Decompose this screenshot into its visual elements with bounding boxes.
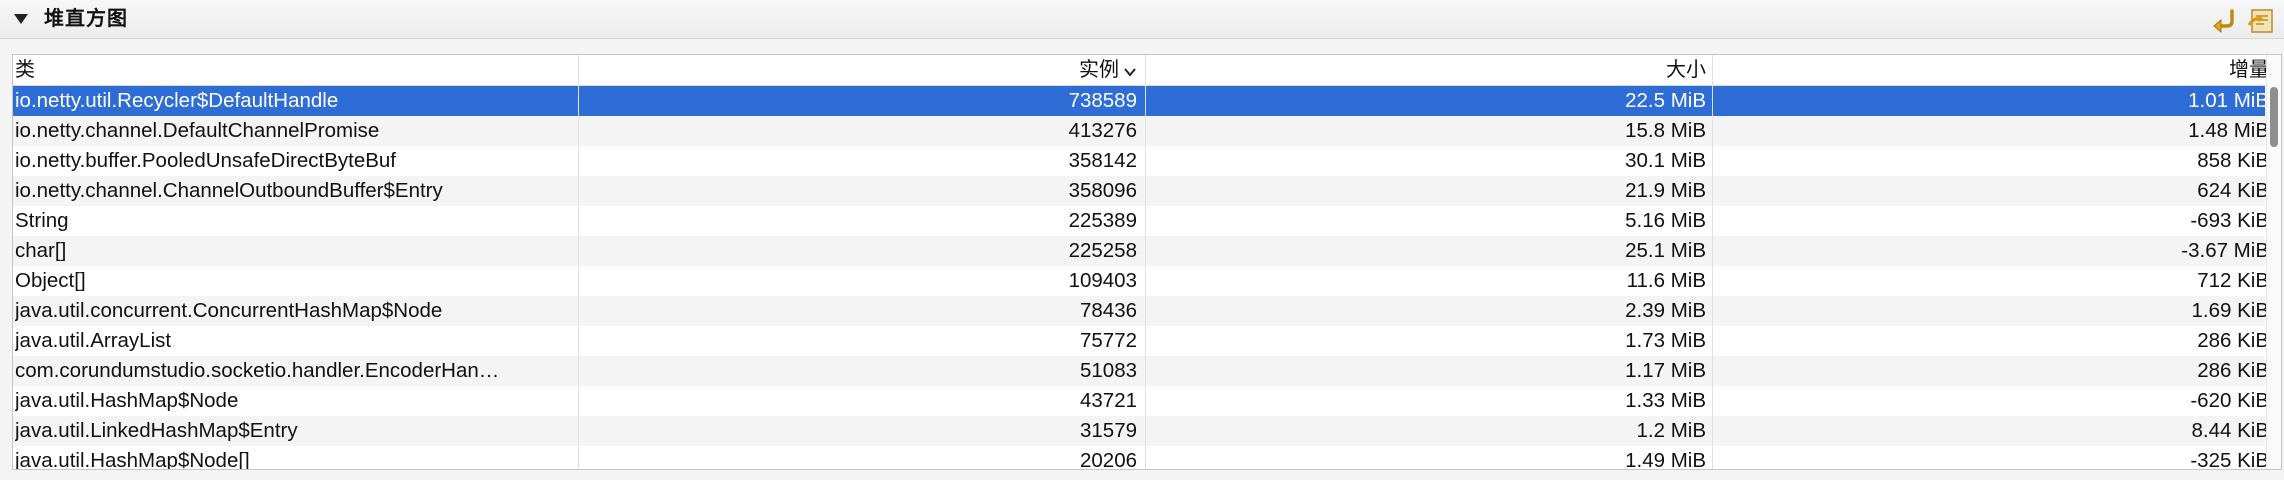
cell-size: 21.9 MiB: [1625, 179, 1706, 202]
cell-instances: 51083: [1079, 359, 1137, 382]
column-header-size-label: 大小: [1666, 59, 1706, 81]
panel-header: 堆直方图: [0, 0, 2284, 39]
cell-size: 22.5 MiB: [1625, 89, 1706, 112]
cell-size: 2.39 MiB: [1625, 299, 1706, 322]
cell-delta: 286 KiB: [2197, 329, 2269, 352]
table-row[interactable]: java.util.ArrayList 75772 1.73 MiB 286 KiB: [13, 326, 2269, 356]
cell-delta: 1.69 KiB: [2191, 299, 2270, 322]
cell-delta: -325 KiB: [2190, 449, 2269, 470]
table-row[interactable]: java.util.HashMap$Node 43721 1.33 MiB -620 …: [13, 386, 2269, 416]
cell-instances: 225389: [1068, 209, 1137, 232]
table-row[interactable]: char[] 225258 25.1 MiB -3.67 MiB: [13, 236, 2269, 266]
sort-descending-icon: [1123, 56, 1137, 86]
cell-size: 25.1 MiB: [1625, 239, 1706, 262]
vertical-scrollbar[interactable]: [2266, 55, 2281, 469]
cell-instances: 31579: [1079, 419, 1137, 442]
cell-class: com.corundumstudio.socketio.handler.Enco…: [15, 359, 500, 382]
cell-delta: -693 KiB: [2190, 209, 2269, 232]
table-row[interactable]: String 225389 5.16 MiB -693 KiB: [13, 206, 2269, 236]
column-gridline: [1712, 55, 1713, 469]
cell-instances: 43721: [1079, 389, 1137, 412]
table-row[interactable]: io.netty.channel.DefaultChannelPromise 41…: [13, 116, 2269, 146]
cell-class: io.netty.buffer.PooledUnsafeDirectByteBu…: [15, 149, 396, 172]
cell-size: 1.73 MiB: [1625, 329, 1706, 352]
cell-class: io.netty.util.Recycler$DefaultHandle: [15, 89, 339, 112]
cell-delta: -620 KiB: [2190, 389, 2269, 412]
column-header-instances-label: 实例: [1079, 59, 1119, 81]
column-header-delta-label: 增量: [2229, 59, 2269, 81]
cell-instances: 109403: [1068, 269, 1137, 292]
column-gridline: [578, 55, 579, 469]
table-row[interactable]: Object[] 109403 11.6 MiB 712 KiB: [13, 266, 2269, 296]
column-header-instances[interactable]: 实例: [579, 55, 1145, 85]
cell-instances: 413276: [1068, 119, 1137, 142]
table-row[interactable]: com.corundumstudio.socketio.handler.Enco…: [13, 356, 2269, 386]
cell-size: 1.49 MiB: [1625, 449, 1706, 470]
table-row[interactable]: io.netty.channel.ChannelOutboundBuffer$E…: [13, 176, 2269, 206]
histogram-table: 类 实例 大小 增量 io.netty.util.Recycler$Defaul…: [12, 54, 2282, 470]
cell-size: 1.33 MiB: [1625, 389, 1706, 412]
cell-delta: 1.48 MiB: [2188, 119, 2269, 142]
cell-class: java.util.HashMap$Node: [15, 389, 239, 412]
cell-class: io.netty.channel.ChannelOutboundBuffer$E…: [15, 179, 443, 202]
cell-instances: 225258: [1068, 239, 1137, 262]
table-header: 类 实例 大小 增量: [13, 55, 2281, 86]
scrollbar-thumb[interactable]: [2270, 87, 2278, 147]
cell-instances: 75772: [1079, 329, 1137, 352]
table-row[interactable]: java.util.HashMap$Node[] 20206 1.49 MiB -32…: [13, 446, 2269, 470]
cell-size: 5.16 MiB: [1625, 209, 1706, 232]
column-header-delta[interactable]: 增量: [1713, 55, 2279, 85]
cell-delta: -3.67 MiB: [2181, 239, 2269, 262]
column-header-class-label: 类: [15, 59, 35, 81]
cell-size: 1.2 MiB: [1636, 419, 1707, 442]
cell-class: java.util.concurrent.ConcurrentHashMap$N…: [15, 299, 443, 322]
cell-delta: 8.44 KiB: [2191, 419, 2270, 442]
export-icon[interactable]: [2246, 7, 2276, 35]
cell-delta: 286 KiB: [2197, 359, 2269, 382]
cell-class: java.util.HashMap$Node[]: [15, 449, 250, 470]
column-header-size[interactable]: 大小: [1146, 55, 1712, 85]
cell-delta: 1.01 MiB: [2188, 89, 2269, 112]
collapse-triangle-icon[interactable]: [12, 12, 30, 26]
cell-delta: 624 KiB: [2197, 179, 2269, 202]
cell-instances: 78436: [1079, 299, 1137, 322]
cell-class: char[]: [15, 239, 67, 262]
cell-class: Object[]: [15, 269, 86, 292]
panel-title: 堆直方图: [44, 8, 128, 30]
table-row[interactable]: io.netty.util.Recycler$DefaultHandle 7385…: [13, 86, 2269, 116]
cell-delta: 712 KiB: [2197, 269, 2269, 292]
cell-instances: 358142: [1068, 149, 1137, 172]
cell-class: java.util.LinkedHashMap$Entry: [15, 419, 298, 442]
cell-size: 11.6 MiB: [1626, 269, 1706, 292]
cell-size: 15.8 MiB: [1625, 119, 1706, 142]
table-row[interactable]: java.util.LinkedHashMap$Entry 31579 1.2 Mi…: [13, 416, 2269, 446]
table-row[interactable]: io.netty.buffer.PooledUnsafeDirectByteBu…: [13, 146, 2269, 176]
cell-instances: 738589: [1068, 89, 1137, 112]
cell-class: java.util.ArrayList: [15, 329, 172, 352]
column-header-class[interactable]: 类: [15, 55, 575, 85]
return-arrow-icon[interactable]: [2210, 7, 2240, 35]
cell-delta: 858 KiB: [2197, 149, 2269, 172]
table-row[interactable]: java.util.concurrent.ConcurrentHashMap$N…: [13, 296, 2269, 326]
cell-instances: 20206: [1079, 449, 1137, 470]
cell-class: String: [15, 209, 69, 232]
cell-instances: 358096: [1068, 179, 1137, 202]
column-gridline: [1145, 55, 1146, 469]
cell-class: io.netty.channel.DefaultChannelPromise: [15, 119, 380, 142]
cell-size: 1.17 MiB: [1625, 359, 1706, 382]
cell-size: 30.1 MiB: [1625, 149, 1706, 172]
